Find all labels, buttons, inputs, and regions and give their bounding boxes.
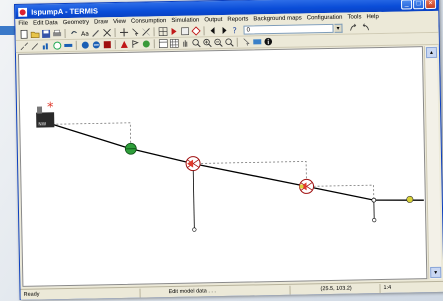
value-field[interactable]: 0 bbox=[243, 23, 334, 35]
toolbar-separator bbox=[114, 40, 116, 50]
close-button[interactable]: × bbox=[424, 0, 437, 10]
source-tank[interactable]: NW * bbox=[36, 100, 55, 128]
info-icon[interactable] bbox=[263, 37, 273, 47]
toolbar-separator bbox=[114, 28, 116, 38]
valve-icon[interactable] bbox=[91, 40, 101, 50]
menu-background-maps[interactable]: Background maps bbox=[253, 15, 301, 22]
toolbar-separator bbox=[236, 37, 238, 47]
menu-configuration[interactable]: Configuration bbox=[307, 15, 343, 22]
play-icon[interactable] bbox=[168, 26, 178, 36]
source-icon[interactable] bbox=[119, 39, 129, 49]
menu-output[interactable]: Output bbox=[204, 17, 222, 23]
open-icon[interactable] bbox=[29, 29, 39, 39]
junction-node[interactable] bbox=[371, 197, 377, 223]
network-drawing: NW * bbox=[36, 100, 424, 232]
menu-reports[interactable]: Reports bbox=[227, 17, 248, 23]
target-icon[interactable] bbox=[190, 26, 201, 36]
menu-edit-data[interactable]: Edit Data bbox=[33, 20, 58, 26]
nav-left-icon[interactable] bbox=[207, 26, 217, 36]
save-icon[interactable] bbox=[40, 29, 50, 39]
menu-draw[interactable]: Draw bbox=[94, 19, 108, 25]
scroll-down-icon[interactable]: ▼ bbox=[430, 266, 442, 279]
scroll-up-icon[interactable]: ▲ bbox=[425, 46, 438, 59]
status-coordinates: (25.5, 103.2) bbox=[290, 283, 381, 295]
menu-geometry[interactable]: Geometry bbox=[63, 20, 89, 27]
select-icon[interactable] bbox=[241, 37, 251, 47]
new-icon[interactable] bbox=[18, 29, 28, 39]
layout-icon[interactable] bbox=[158, 39, 168, 49]
flag-icon[interactable] bbox=[130, 39, 140, 49]
chart-icon[interactable] bbox=[41, 41, 51, 51]
pointer-redo-icon[interactable] bbox=[348, 23, 358, 33]
end-node[interactable] bbox=[406, 195, 414, 203]
cut-icon[interactable] bbox=[101, 28, 111, 38]
svg-text:Aa: Aa bbox=[81, 31, 89, 38]
menu-tools[interactable]: Tools bbox=[347, 14, 361, 20]
line-icon[interactable] bbox=[140, 27, 150, 37]
zoom-out-icon[interactable] bbox=[213, 38, 223, 48]
svg-text:NW: NW bbox=[38, 121, 46, 127]
pan-icon[interactable] bbox=[180, 38, 190, 48]
menu-view[interactable]: View bbox=[113, 19, 126, 25]
table-icon[interactable] bbox=[157, 27, 167, 37]
pump-node[interactable] bbox=[124, 142, 137, 155]
app-window: IspumpA - TERMIS _ □ × File Edit Data Ge… bbox=[14, 0, 443, 300]
network-canvas[interactable]: NW * bbox=[17, 46, 428, 287]
brush-icon[interactable] bbox=[90, 28, 100, 38]
chevron-down-icon[interactable]: ▼ bbox=[334, 23, 343, 33]
grid-icon[interactable] bbox=[179, 26, 189, 36]
status-scale: 1:4 bbox=[383, 284, 392, 291]
pointer-icon[interactable] bbox=[129, 27, 139, 37]
toolbar-separator bbox=[153, 27, 155, 37]
valve-node[interactable] bbox=[299, 178, 315, 194]
move-icon[interactable] bbox=[118, 27, 128, 37]
maximize-button[interactable]: □ bbox=[412, 0, 425, 10]
svg-text:?: ? bbox=[232, 26, 236, 35]
pipe-icon[interactable] bbox=[63, 40, 73, 50]
grid-view-icon[interactable] bbox=[169, 38, 179, 48]
dashed-link bbox=[313, 184, 375, 199]
minimize-button[interactable]: _ bbox=[400, 0, 413, 10]
tank-icon[interactable] bbox=[102, 40, 112, 50]
toolbar-separator bbox=[153, 39, 155, 49]
menu-file[interactable]: File bbox=[18, 21, 28, 27]
valve-node[interactable] bbox=[185, 156, 201, 232]
nav-right-icon[interactable] bbox=[218, 25, 228, 35]
svg-text:*: * bbox=[47, 100, 54, 115]
node-icon[interactable] bbox=[52, 41, 62, 51]
menu-simulation[interactable]: Simulation bbox=[171, 17, 199, 24]
undo-icon[interactable] bbox=[68, 28, 78, 38]
shrink-icon[interactable] bbox=[30, 41, 40, 51]
main-pipe bbox=[52, 123, 424, 201]
menu-help[interactable]: Help bbox=[366, 14, 378, 20]
toolbar-separator bbox=[75, 40, 77, 50]
toolbar-separator bbox=[203, 26, 205, 36]
pump-icon[interactable] bbox=[80, 40, 90, 50]
menu-consumption[interactable]: Consumption bbox=[131, 18, 166, 25]
scale-icon[interactable] bbox=[252, 37, 262, 47]
print-icon[interactable] bbox=[51, 29, 61, 39]
zoom-icon[interactable] bbox=[191, 38, 201, 48]
pointer-back-icon[interactable] bbox=[359, 23, 369, 33]
toolbar-separator bbox=[64, 29, 66, 39]
expand-icon[interactable] bbox=[19, 41, 29, 51]
help-icon[interactable]: ? bbox=[229, 25, 239, 35]
zoom-extent-icon[interactable] bbox=[224, 37, 234, 47]
map-icon[interactable] bbox=[141, 39, 151, 49]
font-icon[interactable]: Aa bbox=[79, 28, 89, 38]
window-controls: _ □ × bbox=[400, 0, 437, 10]
zoom-in-icon[interactable] bbox=[202, 38, 212, 48]
scene: IspumpA - TERMIS _ □ × File Edit Data Ge… bbox=[0, 0, 443, 301]
app-icon bbox=[18, 7, 28, 17]
status-message: Ready bbox=[20, 288, 141, 300]
window-title: IspumpA - TERMIS bbox=[31, 5, 99, 17]
